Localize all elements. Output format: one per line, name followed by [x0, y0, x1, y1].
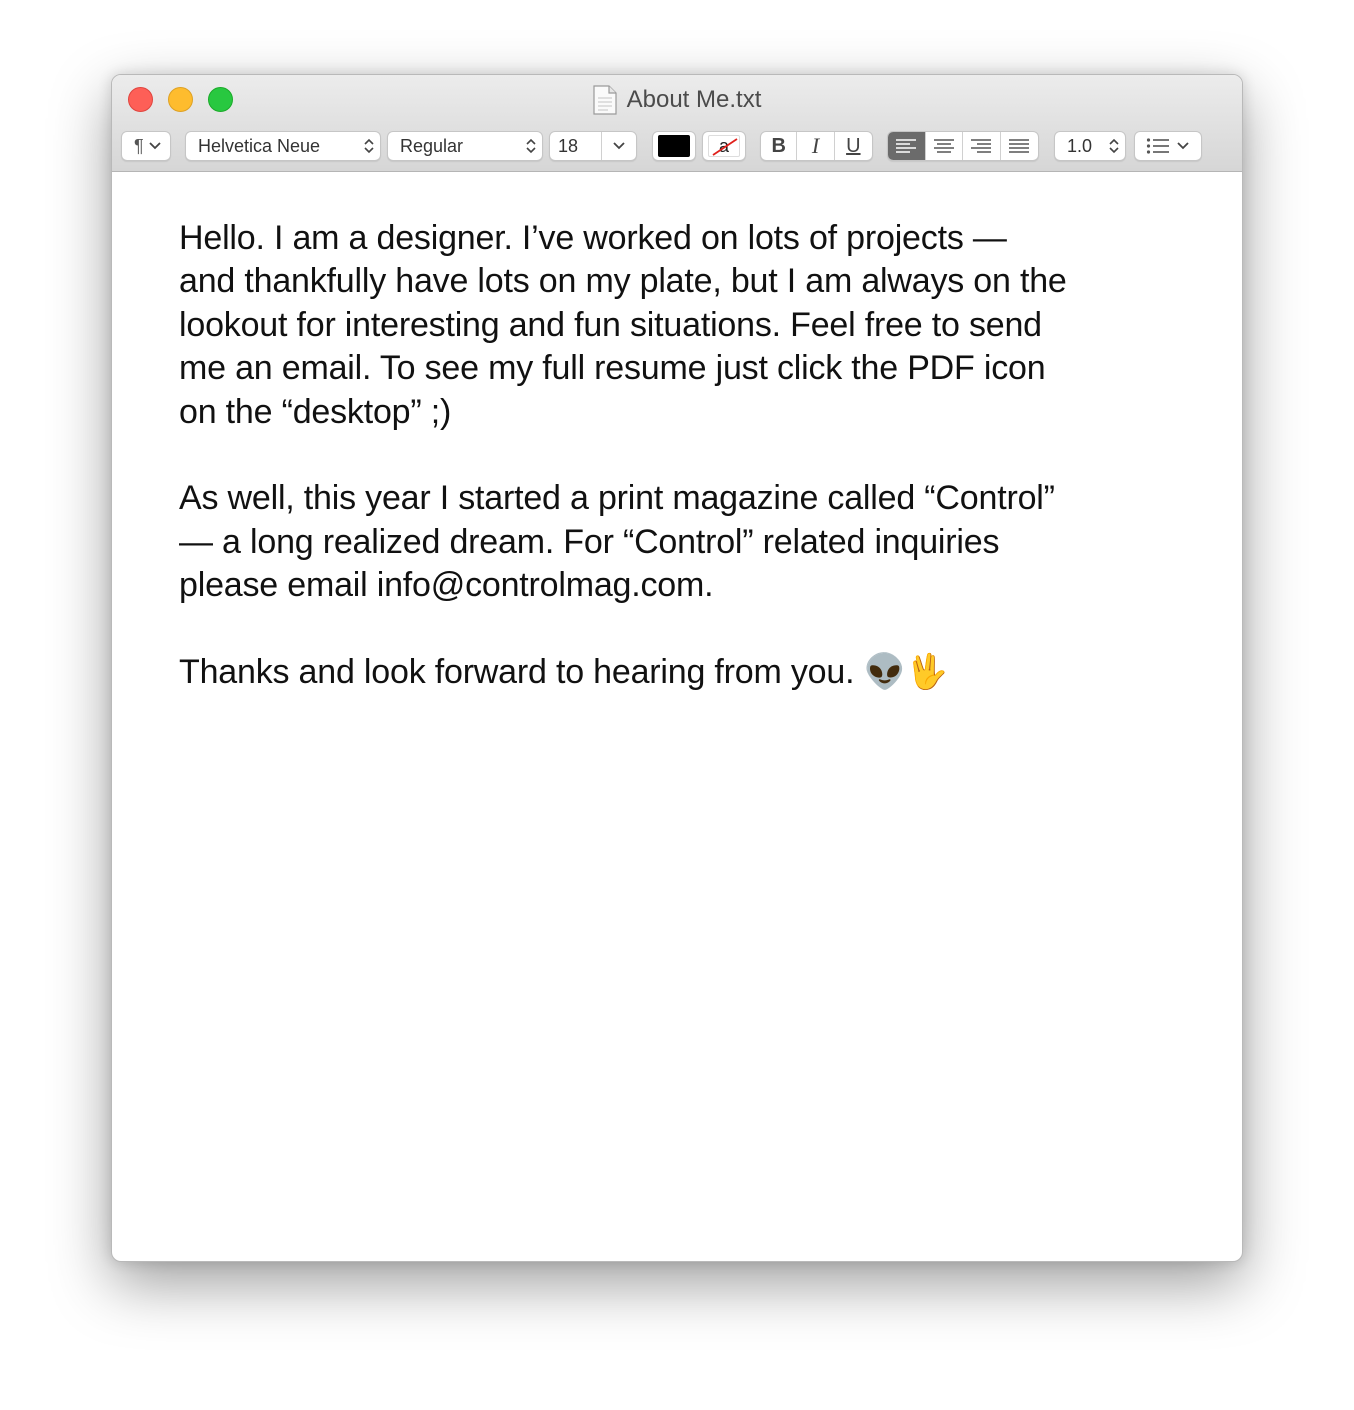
chevron-down-icon[interactable]: [602, 135, 636, 157]
document-paragraph: Hello. I am a designer. I’ve worked on l…: [179, 219, 1067, 431]
underline-button[interactable]: U: [835, 132, 872, 160]
line-spacing-value: 1.0: [1067, 135, 1093, 156]
font-style-popup[interactable]: Regular: [387, 131, 543, 161]
up-down-arrows-icon: [358, 135, 380, 157]
align-center-icon: [933, 139, 954, 153]
font-size-combo[interactable]: 18: [549, 131, 637, 161]
chevron-down-icon: [1177, 142, 1189, 150]
alignment-segment: [887, 131, 1039, 161]
document-paragraph: Thanks and look forward to hearing from …: [179, 653, 948, 692]
text-style-segment: B I U: [760, 131, 873, 161]
font-family-popup[interactable]: Helvetica Neue: [185, 131, 381, 161]
window-title-area: About Me.txt: [112, 83, 1242, 117]
font-size-value[interactable]: 18: [550, 132, 602, 160]
align-right-icon: [971, 139, 992, 153]
document-paragraph: As well, this year I started a print mag…: [179, 479, 1055, 605]
paragraph-style-popup[interactable]: ¶: [121, 131, 171, 161]
font-family-value: Helvetica Neue: [198, 135, 321, 156]
align-left-icon: [896, 139, 917, 153]
italic-button[interactable]: I: [797, 132, 835, 160]
background-color-well[interactable]: a: [702, 131, 746, 161]
text-color-swatch: [658, 135, 690, 157]
chevron-down-icon: [144, 135, 166, 157]
title-bar: About Me.txt ¶ Helvetica Neue Regular 18: [112, 75, 1242, 172]
no-color-swatch: a: [708, 135, 740, 157]
align-left-button[interactable]: [888, 132, 926, 160]
paragraph-icon: ¶: [134, 135, 144, 156]
align-justify-icon: [1009, 139, 1030, 153]
font-style-value: Regular: [400, 135, 464, 156]
bold-button[interactable]: B: [761, 132, 798, 160]
window-title: About Me.txt: [626, 86, 762, 113]
bulleted-list-icon: [1146, 138, 1169, 154]
align-justify-button[interactable]: [1001, 132, 1038, 160]
list-bullets-popup[interactable]: [1134, 131, 1202, 161]
line-spacing-popup[interactable]: 1.0: [1054, 131, 1126, 161]
align-center-button[interactable]: [926, 132, 963, 160]
textedit-window: About Me.txt ¶ Helvetica Neue Regular 18: [111, 74, 1243, 1262]
up-down-arrows-icon: [520, 135, 542, 157]
up-down-arrows-icon: [1103, 135, 1125, 157]
document-text-area[interactable]: Hello. I am a designer. I’ve worked on l…: [179, 217, 1159, 738]
text-color-well[interactable]: [652, 131, 696, 161]
document-icon[interactable]: [593, 85, 617, 115]
align-right-button[interactable]: [963, 132, 1001, 160]
